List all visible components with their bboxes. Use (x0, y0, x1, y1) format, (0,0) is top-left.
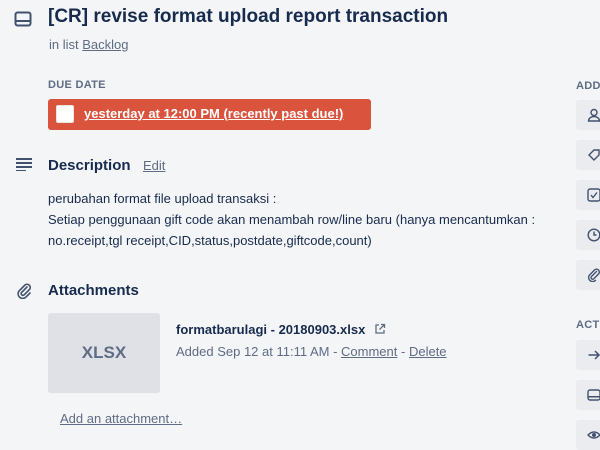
clock-icon (587, 228, 600, 242)
member-icon (587, 108, 600, 122)
due-date-badge[interactable]: yesterday at 12:00 PM (recently past due… (48, 99, 371, 130)
arrow-right-icon (588, 350, 600, 360)
list-info-prefix: in list (49, 37, 79, 52)
attachment-added: Added Sep 12 at 11:11 AM (176, 344, 330, 359)
attachment-comment-link[interactable]: Comment (341, 344, 397, 359)
description-heading: Description (48, 157, 131, 174)
due-complete-checkbox[interactable] (56, 105, 74, 123)
list-info: in list Backlog (49, 37, 129, 52)
list-link[interactable]: Backlog (82, 37, 128, 52)
description-icon (16, 157, 32, 176)
sidebar-due-date-button[interactable] (576, 220, 600, 250)
sidebar-attachment-button[interactable] (576, 260, 600, 290)
attachments-heading: Attachments (48, 282, 139, 299)
copy-icon (587, 389, 600, 401)
attachment-icon (587, 268, 600, 282)
sidebar-copy-button[interactable] (576, 380, 600, 410)
description-edit-link[interactable]: Edit (143, 158, 165, 173)
description-text[interactable]: perubahan format file upload transaksi :… (48, 188, 548, 251)
sidebar-add-label: ADD (576, 80, 600, 92)
sidebar-checklist-button[interactable] (576, 180, 600, 210)
checklist-icon (587, 188, 600, 202)
label-icon (588, 149, 600, 161)
attachment-name[interactable]: formatbarulagi - 20180903.xlsx (176, 322, 386, 338)
sidebar-labels-button[interactable] (576, 140, 600, 170)
sidebar-watch-button[interactable] (576, 420, 600, 450)
card-icon (14, 11, 32, 32)
due-date-text[interactable]: yesterday at 12:00 PM (recently past due… (84, 106, 343, 121)
attachment-name-text[interactable]: formatbarulagi - 20180903.xlsx (176, 322, 365, 337)
attachment-thumbnail[interactable]: XLSX (48, 313, 160, 393)
sidebar-members-button[interactable] (576, 100, 600, 130)
paperclip-icon (16, 283, 32, 304)
attachment-thumbnail-text: XLSX (81, 343, 127, 362)
eye-icon (587, 431, 600, 439)
attachment-meta: Added Sep 12 at 11:11 AM - Comment - Del… (176, 344, 447, 359)
add-attachment-link[interactable]: Add an attachment… (60, 411, 182, 426)
card-title[interactable]: [CR] revise format upload report transac… (48, 6, 448, 28)
due-date-label: DUE DATE (48, 79, 106, 91)
external-link-icon[interactable] (374, 323, 386, 338)
attachment-delete-link[interactable]: Delete (409, 344, 447, 359)
sidebar-move-button[interactable] (576, 340, 600, 370)
sidebar-actions-label: ACT (576, 319, 600, 331)
